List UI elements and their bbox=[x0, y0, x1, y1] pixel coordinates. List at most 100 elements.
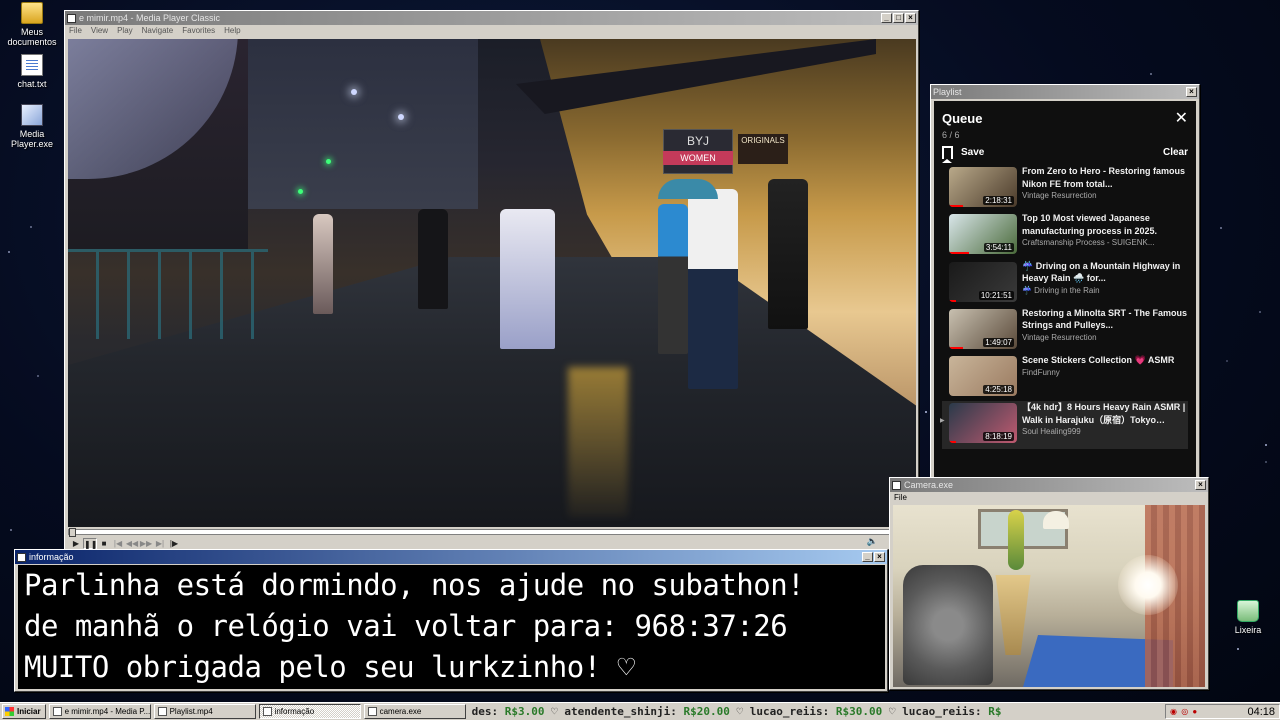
ticker-amount: R$3.00 bbox=[504, 705, 545, 718]
queue-item[interactable]: 4:25:18 Scene Stickers Collection 💗 ASMR F… bbox=[942, 354, 1188, 401]
queue-heading: Queue bbox=[942, 111, 983, 126]
menu-help[interactable]: Help bbox=[224, 26, 240, 35]
info-titlebar[interactable]: informação _ × bbox=[15, 550, 887, 564]
video-duration: 1:49:07 bbox=[983, 337, 1014, 347]
star bbox=[925, 411, 927, 413]
close-button[interactable]: × bbox=[874, 552, 885, 562]
tray-icons[interactable]: ◉ ◎ ● bbox=[1170, 707, 1198, 716]
desktop-icon-media-player[interactable]: Media Player.exe bbox=[0, 104, 64, 149]
camera-titlebar[interactable]: Camera.exe × bbox=[890, 478, 1208, 492]
media-player-app-icon bbox=[67, 13, 76, 23]
star bbox=[1265, 444, 1267, 446]
video-pedestrian bbox=[768, 179, 808, 329]
video-frame[interactable]: BYJ WOMEN ORIGINALS bbox=[68, 39, 916, 527]
close-button[interactable]: × bbox=[1186, 87, 1197, 97]
stop-button[interactable]: ■ bbox=[97, 538, 111, 549]
desktop-icon-label: chat.txt bbox=[17, 79, 47, 89]
info-window[interactable]: informação _ × Parlinha está dormindo, n… bbox=[14, 549, 888, 692]
queue-item[interactable]: 2:18:31 From Zero to Hero - Restoring fam… bbox=[942, 165, 1188, 212]
media-player-titlebar[interactable]: e mimir.mp4 - Media Player Classic _ □ × bbox=[65, 11, 918, 25]
taskbar-item-label: Playlist.mp4 bbox=[169, 707, 213, 716]
video-fence bbox=[68, 249, 268, 339]
queue-panel: Queue ✕ 6 / 6 Save Clear 2:18:31 From Zer… bbox=[934, 101, 1196, 478]
queue-item[interactable]: 3:54:11 Top 10 Most viewed Japanese manuf… bbox=[942, 212, 1188, 259]
close-button[interactable]: × bbox=[905, 13, 916, 23]
video-title: 【4k hdr】8 Hours Heavy Rain ASMR | Walk i… bbox=[1022, 402, 1186, 425]
star bbox=[1150, 73, 1152, 75]
channel-name: Craftsmanship Process - SUIGENK... bbox=[1022, 238, 1155, 248]
ticker-separator: ♡ bbox=[729, 705, 750, 718]
seek-handle[interactable] bbox=[69, 528, 76, 537]
text-file-icon bbox=[21, 54, 43, 76]
media-player-app-icon bbox=[52, 707, 62, 716]
close-button[interactable]: × bbox=[1195, 480, 1206, 490]
maximize-button[interactable]: □ bbox=[893, 13, 904, 23]
play-button[interactable]: ▶ bbox=[69, 538, 83, 549]
rewind-button[interactable]: ◀◀ bbox=[125, 538, 139, 549]
previous-button[interactable]: |◀ bbox=[111, 538, 125, 549]
video-street-light bbox=[398, 114, 404, 120]
star bbox=[37, 375, 39, 377]
fast-forward-button[interactable]: ▶▶ bbox=[139, 538, 153, 549]
video-title: ☔ Driving on a Mountain Highway in Heavy… bbox=[1022, 260, 1181, 284]
camera-window[interactable]: Camera.exe × File bbox=[889, 477, 1209, 690]
taskbar-item-media-player[interactable]: e mimir.mp4 - Media P... bbox=[48, 704, 151, 719]
media-player-menubar: File View Play Navigate Favorites Help bbox=[65, 25, 918, 36]
video-traffic-light bbox=[326, 159, 331, 164]
ticker-donor: lucao_reiis: bbox=[902, 705, 989, 718]
save-label: Save bbox=[961, 147, 985, 158]
video-duration: 10:21:51 bbox=[978, 290, 1014, 300]
info-message: Parlinha está dormindo, nos ajude no sub… bbox=[18, 565, 885, 689]
save-button[interactable]: Save bbox=[942, 146, 985, 163]
volume-icon[interactable]: 🔈 bbox=[867, 536, 878, 547]
menu-file[interactable]: File bbox=[894, 493, 907, 502]
frame-step-button[interactable]: |▶ bbox=[167, 538, 181, 549]
queue-item[interactable]: 1:49:07 Restoring a Minolta SRT - The Fam… bbox=[942, 307, 1188, 354]
playlist-titlebar[interactable]: Playlist × bbox=[931, 85, 1199, 99]
desktop-icon-my-documents[interactable]: Meus documentos bbox=[0, 2, 64, 47]
video-pedestrian bbox=[688, 189, 738, 389]
clear-button[interactable]: Clear bbox=[1163, 147, 1188, 158]
video-sign2-text: WOMEN bbox=[680, 153, 716, 163]
camera-menubar: File bbox=[890, 492, 1208, 503]
queue-item[interactable]: 10:21:51 ☔ Driving on a Mountain Highway … bbox=[942, 260, 1188, 307]
taskbar-item-camera[interactable]: camera.exe bbox=[363, 704, 466, 719]
queue-item[interactable]: 8:18:19 【4k hdr】8 Hours Heavy Rain ASMR |… bbox=[940, 401, 1188, 449]
video-title: From Zero to Hero - Restoring famous Nik… bbox=[1022, 166, 1186, 189]
playlist-window[interactable]: Playlist × Queue ✕ 6 / 6 Save Clear 2:18… bbox=[930, 84, 1200, 480]
desktop-icon-recycle-bin[interactable]: Lixeira bbox=[1216, 600, 1280, 635]
video-street-light bbox=[351, 89, 357, 95]
channel-name: ☔ Driving in the Rain bbox=[1022, 285, 1100, 295]
pause-button[interactable]: ❚❚ bbox=[83, 537, 97, 549]
menu-play[interactable]: Play bbox=[117, 26, 133, 35]
ticker-separator: ♡ bbox=[544, 705, 565, 718]
next-button[interactable]: ▶| bbox=[153, 538, 167, 549]
minimize-button[interactable]: _ bbox=[862, 552, 873, 562]
close-icon[interactable]: ✕ bbox=[1175, 110, 1188, 126]
queue-item-meta: From Zero to Hero - Restoring famous Nik… bbox=[1022, 165, 1188, 212]
ticker-amount: R$30.00 bbox=[835, 705, 883, 718]
menu-view[interactable]: View bbox=[91, 26, 108, 35]
desktop-icon-chat-txt[interactable]: chat.txt bbox=[0, 54, 64, 89]
video-duration: 2:18:31 bbox=[983, 196, 1014, 205]
minimize-button[interactable]: _ bbox=[881, 13, 892, 23]
ticker-donor: des: bbox=[471, 705, 505, 718]
ticker-separator: ♡ bbox=[882, 705, 903, 718]
info-line: de manhã o relógio vai voltar para: 968:… bbox=[24, 609, 788, 643]
video-sign-text: BYJ bbox=[686, 134, 709, 148]
menu-favorites[interactable]: Favorites bbox=[182, 26, 215, 35]
taskbar-item-label: e mimir.mp4 - Media P... bbox=[64, 707, 151, 716]
media-player-window[interactable]: e mimir.mp4 - Media Player Classic _ □ ×… bbox=[64, 10, 919, 550]
watch-progress-bar bbox=[949, 299, 956, 302]
star bbox=[1226, 360, 1228, 362]
menu-file[interactable]: File bbox=[69, 26, 82, 35]
taskbar-item-playlist[interactable]: Playlist.mp4 bbox=[153, 704, 256, 719]
menu-navigate[interactable]: Navigate bbox=[142, 26, 174, 35]
taskbar-item-label: camera.exe bbox=[379, 707, 422, 716]
taskbar-item-info[interactable]: informação bbox=[258, 704, 361, 719]
seek-bar[interactable] bbox=[68, 528, 916, 537]
queue-list: 2:18:31 From Zero to Hero - Restoring fam… bbox=[940, 165, 1188, 449]
camera-feed bbox=[893, 505, 1205, 687]
info-title: informação bbox=[29, 552, 74, 562]
start-button[interactable]: Iniciar bbox=[2, 704, 46, 719]
